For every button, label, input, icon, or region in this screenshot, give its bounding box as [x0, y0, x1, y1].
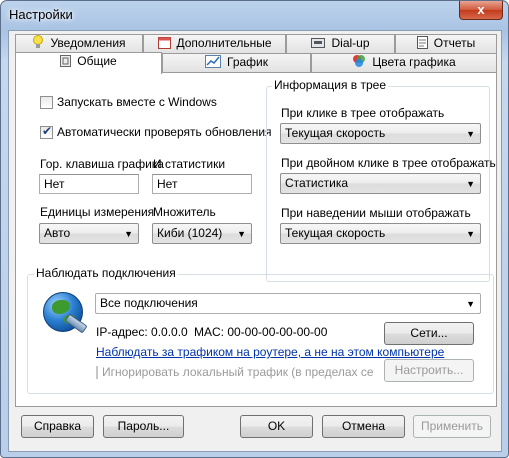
graph-hotkey-field[interactable]: Нет	[39, 174, 139, 194]
graph-hotkey-label: Гор. клавиша графика	[40, 157, 164, 171]
multiplier-label: Множитель	[153, 205, 216, 219]
tray-hover-value: Текущая скорость	[285, 226, 386, 240]
tab-graph-colors[interactable]: Цвета графика	[311, 53, 497, 72]
connections-title: Наблюдать подключения	[34, 266, 178, 280]
units-label: Единицы измерения	[40, 205, 155, 219]
checkbox-label: Запускать вместе с Windows	[57, 95, 217, 109]
run-with-windows-checkbox[interactable]: Запускать вместе с Windows	[40, 95, 217, 109]
general-icon	[60, 55, 72, 72]
password-button[interactable]: Пароль...	[103, 415, 184, 438]
chevron-down-icon: ▼	[124, 229, 133, 239]
tab-label: Уведомления	[50, 36, 126, 50]
checkbox-box[interactable]	[96, 365, 98, 379]
settings-window: Настройки x Уведомления Дополнительные D…	[0, 0, 509, 458]
checkbox-label: Игнорировать локальный трафик (в предела…	[102, 365, 373, 379]
chevron-down-icon: ▼	[466, 299, 475, 309]
connections-value: Все подключения	[100, 296, 198, 310]
chevron-down-icon: ▼	[466, 179, 475, 189]
checkbox-box[interactable]	[40, 95, 53, 109]
tab-graph[interactable]: График	[162, 53, 311, 72]
multiplier-dropdown[interactable]: Киби (1024) ▼	[152, 223, 252, 244]
tray-click-label: При клике в трее отображать	[281, 106, 445, 120]
tray-click-dropdown[interactable]: Текущая скорость ▼	[280, 123, 481, 144]
auto-update-checkbox[interactable]: Автоматически проверять обновления	[40, 124, 272, 139]
tab-label: Отчеты	[433, 36, 476, 50]
tab-general[interactable]: Общие	[15, 52, 162, 74]
ok-button[interactable]: OK	[240, 415, 313, 438]
networks-button[interactable]: Сети...	[384, 322, 474, 345]
tray-hover-dropdown[interactable]: Текущая скорость ▼	[280, 223, 481, 244]
window-title: Настройки	[9, 7, 73, 22]
tab-dialup[interactable]: Dial-up	[286, 34, 395, 53]
tab-label: Общие	[77, 54, 117, 68]
stats-hotkey-field[interactable]: Нет	[152, 174, 252, 194]
multiplier-value: Киби (1024)	[157, 226, 223, 240]
units-dropdown[interactable]: Авто ▼	[39, 223, 139, 244]
ip-address-text: IP-адрес: 0.0.0.0	[96, 325, 188, 339]
chart-icon	[205, 55, 221, 73]
palette-icon	[352, 54, 366, 73]
title-bar[interactable]: Настройки x	[1, 1, 508, 29]
tab-label: График	[227, 55, 268, 69]
ignore-local-traffic-checkbox[interactable]: Игнорировать локальный трафик (в предела…	[96, 365, 373, 379]
document-icon	[416, 36, 428, 54]
general-tab-page: Запускать вместе с Windows Автоматически…	[15, 72, 497, 407]
mac-address-text: MAC: 00-00-00-00-00-00	[194, 325, 328, 339]
cancel-button[interactable]: Отмена	[322, 415, 405, 438]
close-button[interactable]: x	[459, 1, 503, 20]
tray-info-title: Информация в трее	[272, 78, 389, 92]
connections-dropdown[interactable]: Все подключения ▼	[95, 293, 481, 314]
dialup-icon	[311, 37, 326, 54]
tab-label: Дополнительные	[176, 36, 272, 50]
chevron-down-icon: ▼	[466, 129, 475, 139]
configure-button[interactable]: Настроить...	[384, 359, 474, 382]
tab-label: Dial-up	[331, 36, 370, 50]
stats-hotkey-label: И статистики	[153, 157, 226, 171]
checkbox-label: Автоматически проверять обновления	[57, 125, 272, 139]
tab-advanced[interactable]: Дополнительные	[143, 34, 286, 53]
tray-dblclick-label: При двойном клике в трее отображать	[281, 156, 496, 170]
tab-reports[interactable]: Отчеты	[395, 34, 497, 53]
tray-click-value: Текущая скорость	[285, 126, 386, 140]
chevron-down-icon: ▼	[466, 229, 475, 239]
tray-hover-label: При наведении мыши отображать	[281, 206, 471, 220]
help-button[interactable]: Справка	[21, 415, 94, 438]
tray-dblclick-dropdown[interactable]: Статистика ▼	[280, 173, 481, 194]
units-value: Авто	[44, 226, 71, 240]
dialog-client: Уведомления Дополнительные Dial-up Отчет…	[8, 30, 502, 452]
tab-notifications[interactable]: Уведомления	[15, 34, 143, 53]
tray-dblclick-value: Статистика	[285, 176, 349, 190]
tab-label: Цвета графика	[372, 55, 456, 69]
chevron-down-icon: ▼	[237, 229, 246, 239]
router-traffic-link[interactable]: Наблюдать за трафиком на роутере, а не н…	[96, 345, 444, 359]
checkbox-box[interactable]	[40, 124, 53, 139]
apply-button[interactable]: Применить	[413, 415, 491, 438]
